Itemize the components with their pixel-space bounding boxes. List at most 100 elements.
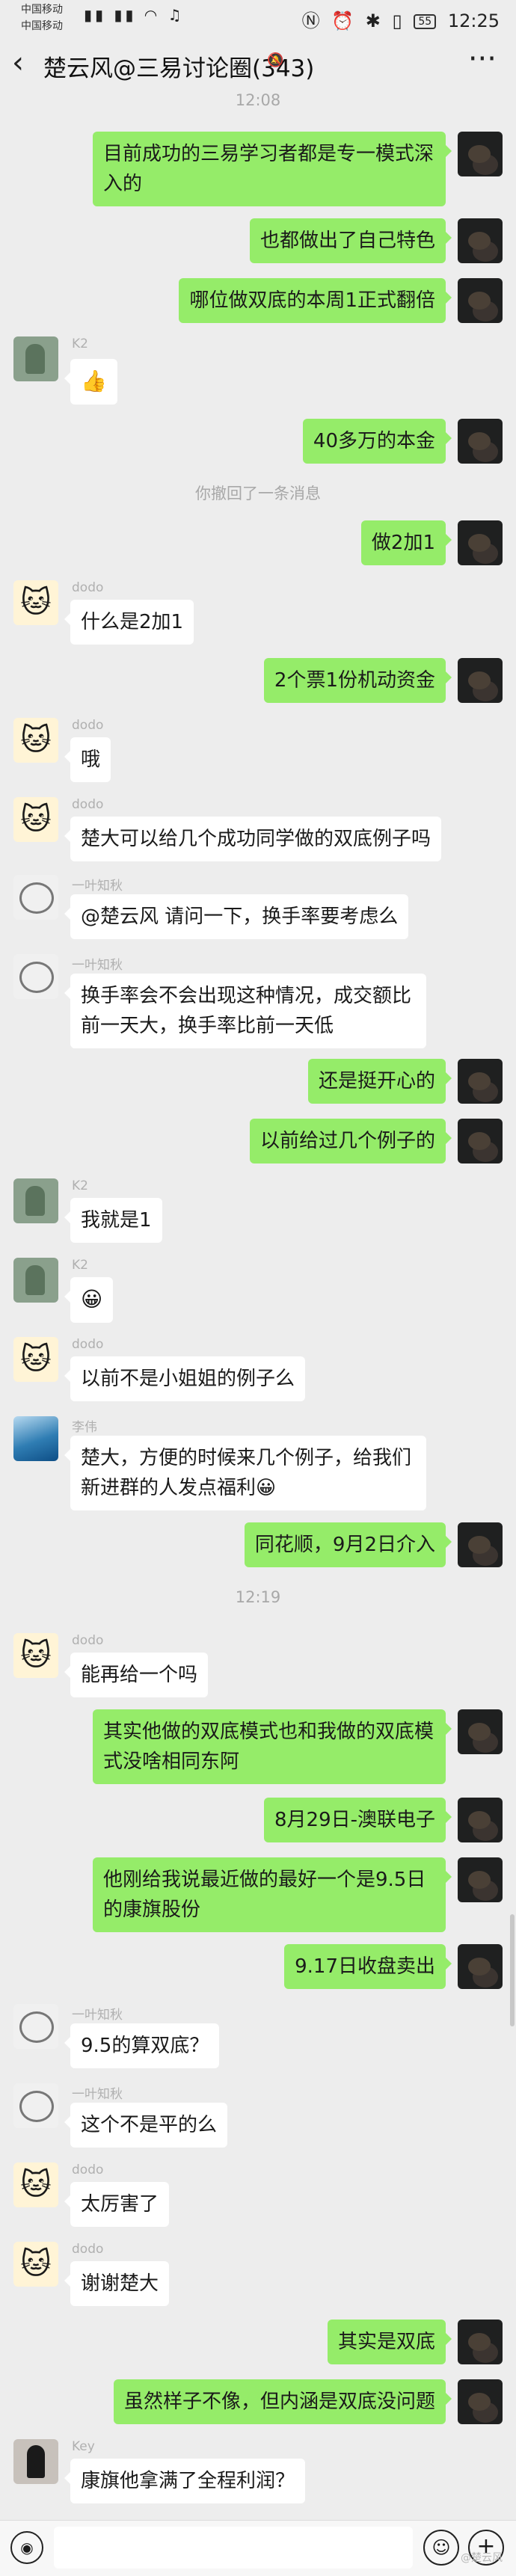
avatar[interactable]: 🐱 [13,1337,58,1382]
avatar[interactable] [13,1178,58,1223]
message-bubble[interactable]: 哦 [64,737,111,782]
message-bubble[interactable]: 其实他做的双底模式也和我做的双底模式没啥相同东阿 [93,1709,452,1784]
avatar[interactable] [13,2004,58,2049]
avatar[interactable]: 🐱 [13,2162,58,2207]
avatar[interactable] [458,1798,503,1842]
avatar[interactable] [458,419,503,464]
sender-name: 一叶知秋 [72,2008,123,2023]
message-bubble[interactable]: 换手率会不会出现这种情况，成交额比前一天大，换手率比前一天低 [64,974,426,1048]
message-bubble[interactable]: 9.5的算双底？ [64,2023,220,2068]
message-input[interactable] [54,2527,413,2569]
message-bubble[interactable]: 😀 [64,1277,114,1323]
more-icon[interactable]: ··· [468,42,497,76]
sender-name: dodo [72,718,104,733]
avatar[interactable] [13,1258,58,1303]
message-bubble[interactable]: 还是挺开心的 [307,1059,452,1104]
emoji-icon[interactable]: ☺ [423,2530,459,2566]
sender-name: Key [72,2439,95,2454]
message-bubble[interactable]: 他刚给我说最近做的最好一个是9.5日的康旗股份 [93,1857,452,1932]
message-bubble[interactable]: 能再给一个吗 [64,1653,209,1697]
avatar[interactable] [458,132,503,176]
sender-name: 一叶知秋 [72,879,123,894]
sender-name: dodo [72,580,104,595]
voice-icon[interactable]: ◉ [10,2531,43,2564]
message-bubble[interactable]: 其实是双底 [327,2320,452,2364]
sender-name: dodo [72,797,104,812]
message-bubble[interactable]: 9.17日收盘卖出 [284,1944,452,1989]
smile-emoji-icon: 😀 [81,1287,103,1312]
status-right: Ⓝ ⏰ ✱ ▯ 55 12:25 [296,6,500,32]
message-bubble[interactable]: 👍 [64,359,117,405]
system-message: 你撤回了一条消息 [195,485,321,502]
message-bubble[interactable]: 楚大可以给几个成功同学做的双底例子吗 [64,817,442,861]
clock: 12:25 [447,10,500,31]
nfc-icon: Ⓝ [301,10,320,31]
vibrate-icon: ▯ [392,10,402,31]
message-bubble[interactable]: 也都做出了自己特色 [249,218,452,263]
avatar[interactable] [13,2439,58,2484]
avatar[interactable] [458,520,503,565]
message-bubble[interactable]: 以前不是小姐姐的例子么 [64,1356,306,1401]
avatar[interactable]: 🐱 [13,797,58,842]
avatar[interactable] [458,1944,503,1989]
sender-name: K2 [72,336,88,351]
message-bubble[interactable]: 虽然样子不像，但内涵是双底没问题 [113,2379,452,2424]
battery-icon: 55 [414,14,437,29]
sender-name: dodo [72,2242,104,2257]
message-bubble[interactable]: 以前给过几个例子的 [249,1119,452,1163]
bluetooth-icon: ✱ [365,10,381,31]
avatar[interactable] [13,1416,58,1461]
message-bubble[interactable]: 8月29日-澳联电子 [263,1798,452,1842]
timestamp: 12:19 [235,1588,281,1606]
message-bubble[interactable]: 太厉害了 [64,2182,170,2227]
message-bubble[interactable]: 目前成功的三易学习者都是专一模式深入的 [93,132,452,206]
sender-name: 一叶知秋 [72,2087,123,2102]
avatar[interactable]: 🐱 [13,1633,58,1678]
message-bubble[interactable]: 哪位做双底的本周1正式翻倍 [179,278,452,323]
watermark: @楚云风 [461,2552,503,2564]
message-bubble[interactable]: 什么是2加1 [64,600,194,645]
avatar[interactable] [458,1522,503,1567]
scrollbar[interactable] [510,1914,515,2026]
signal-icons: ▮▮ ▮▮ ◠ ♫ [84,6,185,24]
sender-name: 一叶知秋 [72,958,123,973]
message-bubble[interactable]: 这个不是平的么 [64,2103,228,2148]
avatar[interactable] [458,1857,503,1902]
chat-header: ‹ 楚云风@三易讨论圈(343) 🔕 ··· [0,37,516,90]
input-bar: ◉ ☺ + [0,2520,516,2576]
sender-name: dodo [72,1633,104,1648]
status-bar: 中国移动 中国移动 ▮▮ ▮▮ ◠ ♫ Ⓝ ⏰ ✱ ▯ 55 12:25 [0,0,516,37]
avatar[interactable] [458,2379,503,2424]
avatar[interactable] [458,1059,503,1104]
avatar[interactable] [458,218,503,263]
avatar[interactable] [13,2083,58,2128]
message-bubble[interactable]: 楚大，方便的时候来几个例子，给我们新进群的人发点福利😀 [64,1436,426,1510]
avatar[interactable]: 🐱 [13,580,58,625]
message-bubble[interactable]: 康旗他拿满了全程利润？ [64,2459,306,2503]
message-bubble[interactable]: @楚云风 请问一下，换手率要考虑么 [64,894,409,939]
avatar[interactable] [13,875,58,920]
avatar[interactable] [13,954,58,999]
message-bubble[interactable]: 我就是1 [64,1198,162,1243]
avatar[interactable]: 🐱 [13,718,58,763]
avatar[interactable] [458,658,503,703]
mute-icon: 🔕 [267,52,284,68]
alarm-icon: ⏰ [331,10,354,31]
sender-name: dodo [72,2162,104,2177]
avatar[interactable] [458,2320,503,2364]
carrier-label: 中国移动 中国移动 [21,4,63,32]
avatar[interactable]: 🐱 [13,2242,58,2287]
message-bubble[interactable]: 2个票1份机动资金 [263,658,452,703]
sender-name: 李伟 [72,1420,97,1435]
message-bubble[interactable]: 40多万的本金 [302,419,452,464]
sender-name: K2 [72,1178,88,1193]
sender-name: K2 [72,1258,88,1273]
avatar[interactable] [458,278,503,323]
message-bubble[interactable]: 同花顺，9月2日介入 [244,1522,452,1567]
message-bubble[interactable]: 谢谢楚大 [64,2261,170,2306]
avatar[interactable] [458,1709,503,1754]
avatar[interactable] [13,336,58,381]
avatar[interactable] [458,1119,503,1163]
chevron-left-icon[interactable]: ‹ [12,45,24,81]
message-bubble[interactable]: 做2加1 [360,520,452,565]
